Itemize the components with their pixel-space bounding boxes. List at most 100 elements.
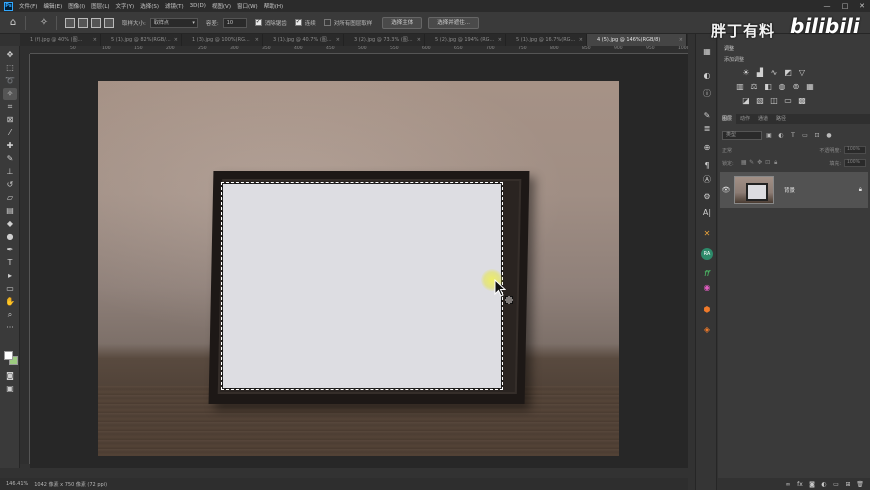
close-icon[interactable]: × bbox=[417, 34, 421, 46]
posterize-icon[interactable]: ▧ bbox=[754, 95, 766, 107]
hue-saturation-icon[interactable]: ▥ bbox=[734, 81, 746, 93]
close-icon[interactable]: × bbox=[579, 34, 583, 46]
tab-doc-active[interactable]: 4 (5).jpg @ 146%(RGB/8) × bbox=[587, 34, 687, 46]
pen-tool-icon[interactable]: ✒ bbox=[3, 244, 17, 256]
lasso-tool-icon[interactable]: ➰ bbox=[3, 75, 17, 87]
cube-plugin-icon[interactable]: ⬢ bbox=[700, 304, 714, 316]
magic-wand-tool-icon[interactable]: ✧ bbox=[3, 88, 17, 100]
channel-mixer-icon[interactable]: ⊚ bbox=[790, 81, 802, 93]
history-brush-icon[interactable]: ↺ bbox=[3, 179, 17, 191]
info-panel-icon[interactable]: ⓘ bbox=[700, 88, 714, 100]
ff-plugin-icon[interactable]: ff bbox=[700, 268, 714, 280]
tab-doc-5[interactable]: 3 (2).jpg @ 73.3% (图... × bbox=[344, 34, 425, 46]
dodge-tool-icon[interactable]: ● bbox=[3, 231, 17, 243]
color-balance-icon[interactable]: ⚖ bbox=[748, 81, 760, 93]
filter-toggle-icon[interactable]: ● bbox=[824, 131, 834, 140]
history-panel-icon[interactable]: ▦ bbox=[700, 46, 714, 58]
tab-doc-1[interactable]: 1 (f).jpg @ 40% (图... × bbox=[20, 34, 101, 46]
invert-icon[interactable]: ◪ bbox=[740, 95, 752, 107]
character-panel-icon[interactable]: A| bbox=[700, 207, 714, 219]
new-group-icon[interactable]: ▭ bbox=[830, 481, 842, 488]
hand-tool-icon[interactable]: ✋ bbox=[3, 296, 17, 308]
exposure-icon[interactable]: ◩ bbox=[782, 67, 794, 79]
healing-tool-icon[interactable]: ✚ bbox=[3, 140, 17, 152]
tab-actions[interactable]: 动作 bbox=[736, 114, 754, 124]
type-tool-icon[interactable]: T bbox=[3, 257, 17, 269]
menu-layer[interactable]: 图层(L) bbox=[91, 2, 109, 10]
smart-object-filter-icon[interactable]: ⊡ bbox=[812, 131, 822, 140]
type-filter-icon[interactable]: T bbox=[788, 131, 798, 140]
delete-layer-icon[interactable]: 🗑︎ bbox=[854, 481, 866, 488]
levels-icon[interactable]: ▟ bbox=[754, 67, 766, 79]
more-tools-icon[interactable]: ··· bbox=[3, 322, 17, 334]
eyedropper-tool-icon[interactable]: ⁄ bbox=[3, 127, 17, 139]
tab-doc-3[interactable]: 1 (3).jpg @ 100%(RG... × bbox=[182, 34, 263, 46]
layer-filter-select[interactable]: 类型 bbox=[722, 130, 762, 140]
shape-filter-icon[interactable]: ▭ bbox=[800, 131, 810, 140]
close-icon[interactable]: × bbox=[93, 34, 97, 46]
close-icon[interactable]: × bbox=[336, 34, 340, 46]
tab-doc-4[interactable]: 3 (1).jpg @ 40.7% (图... × bbox=[263, 34, 344, 46]
new-adjustment-icon[interactable]: ◐ bbox=[818, 481, 830, 488]
black-white-icon[interactable]: ◧ bbox=[762, 81, 774, 93]
close-icon[interactable]: × bbox=[174, 34, 178, 46]
lock-pixels-icon[interactable]: ▦ bbox=[740, 159, 748, 167]
canvas-area[interactable] bbox=[30, 54, 688, 468]
brightness-icon[interactable]: ☀ bbox=[740, 67, 752, 79]
adjustment-filter-icon[interactable]: ◐ bbox=[776, 131, 786, 140]
marquee-tool-icon[interactable]: ⬚ bbox=[3, 62, 17, 74]
antialias-checkbox[interactable] bbox=[254, 18, 262, 26]
brush-tool-icon[interactable]: ✎ bbox=[3, 153, 17, 165]
crop-tool-icon[interactable]: ⌗ bbox=[3, 101, 17, 113]
menu-edit[interactable]: 编辑(E) bbox=[43, 2, 62, 10]
selective-color-icon[interactable]: ▩ bbox=[796, 95, 808, 107]
zoom-level[interactable]: 146.41% bbox=[6, 481, 28, 487]
tab-doc-2[interactable]: 5 (1).jpg @ 82%(RGB/... × bbox=[101, 34, 182, 46]
lock-all-icon[interactable]: 🔒︎ bbox=[772, 159, 780, 167]
sample-all-checkbox[interactable] bbox=[323, 19, 331, 26]
brush-settings-icon[interactable]: ≣ bbox=[700, 123, 714, 135]
new-selection-icon[interactable] bbox=[65, 17, 75, 28]
tab-doc-6[interactable]: 5 (2).jpg @ 194% (RG... × bbox=[425, 34, 506, 46]
foreground-color-swatch[interactable] bbox=[4, 351, 13, 360]
brush-panel-icon[interactable]: ✎ bbox=[700, 110, 714, 122]
close-window-icon[interactable]: ✕ bbox=[855, 0, 869, 12]
tab-layers[interactable]: 图层 bbox=[718, 114, 737, 124]
gradient-tool-icon[interactable]: ▤ bbox=[3, 205, 17, 217]
blur-tool-icon[interactable]: ◆ bbox=[3, 218, 17, 230]
tab-doc-7[interactable]: 5 (1).jpg @ 16.7%(RG... × bbox=[506, 34, 587, 46]
stamp-tool-icon[interactable]: ⊥ bbox=[3, 166, 17, 178]
menu-select[interactable]: 选择(S) bbox=[140, 2, 159, 10]
add-selection-icon[interactable] bbox=[78, 17, 88, 28]
close-icon[interactable]: × bbox=[498, 34, 502, 46]
move-tool-icon[interactable]: ✥ bbox=[3, 49, 17, 61]
select-mask-button[interactable]: 选择并遮住... bbox=[428, 16, 480, 29]
extension-icon[interactable]: ◈ bbox=[700, 324, 714, 336]
menu-view[interactable]: 视图(V) bbox=[212, 2, 231, 10]
path-select-icon[interactable]: ▸ bbox=[3, 270, 17, 282]
close-icon[interactable]: × bbox=[679, 34, 683, 46]
adjustments-panel-title[interactable]: 调整 bbox=[718, 44, 870, 54]
fill-input[interactable]: 100% bbox=[844, 159, 866, 167]
lock-paint-icon[interactable]: ✎ bbox=[748, 159, 756, 167]
layer-style-icon[interactable]: fx bbox=[794, 481, 806, 488]
contiguous-checkbox[interactable] bbox=[294, 18, 302, 26]
layer-row-background[interactable]: 👁︎ 背景 🔒︎ bbox=[720, 172, 868, 208]
glyphs-panel-icon[interactable]: Ⓐ bbox=[700, 174, 714, 186]
visibility-eye-icon[interactable]: 👁︎ bbox=[720, 186, 732, 194]
sample-size-select[interactable]: 取样点 bbox=[149, 17, 198, 28]
quick-mask-icon[interactable]: ◙ bbox=[3, 370, 17, 382]
threshold-icon[interactable]: ◫ bbox=[768, 95, 780, 107]
color-lookup-icon[interactable]: ▦ bbox=[804, 81, 816, 93]
screen-mode-icon[interactable]: ▣ bbox=[3, 383, 17, 395]
vibrance-icon[interactable]: ▽ bbox=[796, 67, 808, 79]
clone-source-icon[interactable]: ⊕ bbox=[700, 142, 714, 154]
eraser-tool-icon[interactable]: ▱ bbox=[3, 192, 17, 204]
blend-mode-select[interactable]: 正常 bbox=[722, 147, 732, 154]
intersect-selection-icon[interactable] bbox=[104, 17, 114, 28]
menu-help[interactable]: 帮助(H) bbox=[264, 2, 283, 10]
zoom-tool-icon[interactable]: ⌕ bbox=[3, 309, 17, 321]
tolerance-input[interactable]: 10 bbox=[222, 17, 247, 28]
menu-window[interactable]: 窗口(W) bbox=[237, 2, 258, 10]
opacity-input[interactable]: 100% bbox=[844, 146, 866, 154]
